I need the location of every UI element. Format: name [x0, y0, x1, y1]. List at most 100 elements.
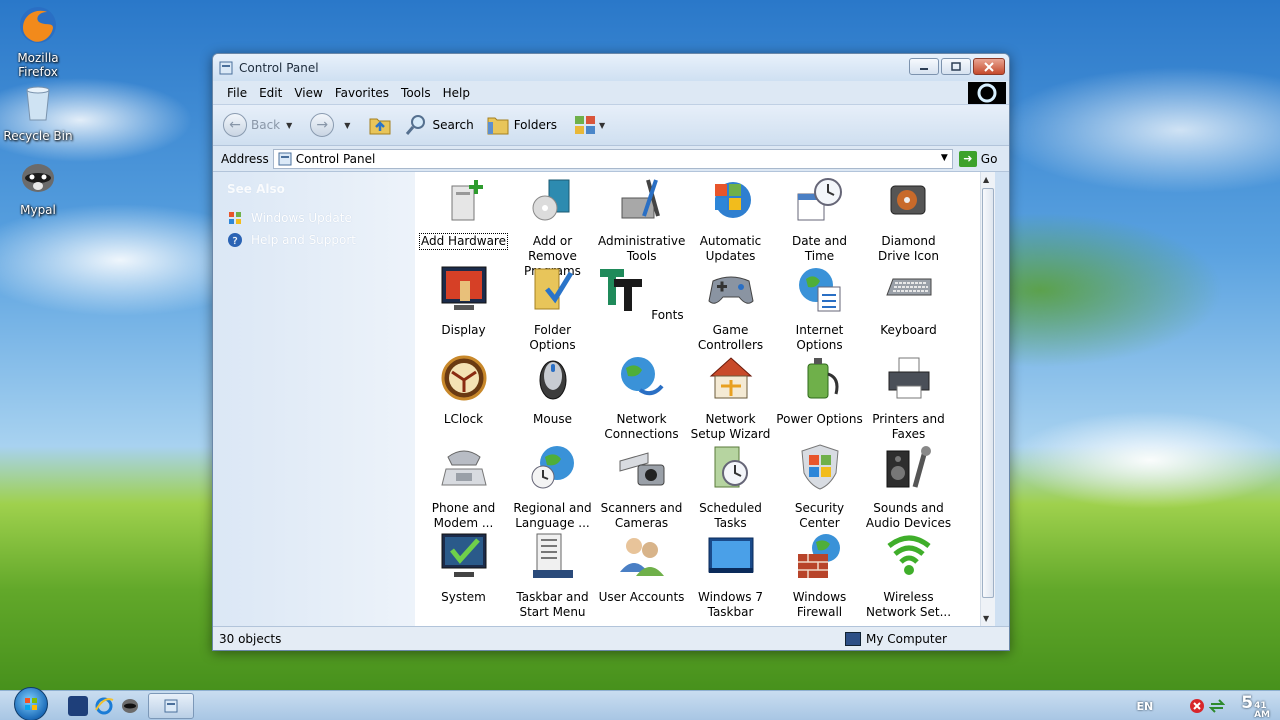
item-label: Automatic Updates [699, 234, 762, 263]
menu-tools[interactable]: Tools [395, 86, 437, 100]
item-system[interactable]: System [419, 528, 508, 617]
desktop-icon-label: Mypal [20, 203, 56, 217]
printer-icon [888, 357, 929, 399]
item-regional-and-language[interactable]: Regional and Language ... [508, 439, 597, 530]
game-controller-icon [707, 276, 754, 304]
item-diamond-drive-icon[interactable]: Diamond Drive Icon [864, 172, 953, 263]
window-title: Control Panel [239, 60, 319, 75]
language-indicator[interactable]: EN [1137, 700, 1154, 713]
item-add-or-remove-programs[interactable]: Add or Remove Programs [508, 172, 597, 278]
internet-explorer-icon[interactable] [94, 696, 114, 716]
item-scanners-and-cameras[interactable]: Scanners and Cameras [597, 439, 686, 530]
views-icon [575, 116, 596, 134]
see-also-heading: See Also [227, 182, 285, 196]
item-wireless-network-setup[interactable]: Wireless Network Set... [864, 528, 953, 619]
address-input[interactable]: Control Panel ▼ [272, 148, 953, 169]
item-folder-options[interactable]: Folder Options [508, 261, 597, 352]
search-button[interactable]: Search [404, 113, 474, 137]
item-fonts[interactable]: Fonts [597, 261, 686, 350]
item-windows-7-taskbar[interactable]: Windows 7 Taskbar [686, 528, 775, 619]
item-date-and-time[interactable]: Date and Time [775, 172, 864, 263]
system-tray: EN 5 41 AM [1137, 691, 1280, 720]
taskbar-button-control-panel[interactable] [148, 692, 194, 719]
desktop-icon-firefox[interactable]: Mozilla Firefox [0, 4, 76, 79]
back-button[interactable]: ← Back ▼ [223, 113, 304, 137]
item-printers-and-faxes[interactable]: Printers and Faxes [864, 350, 953, 441]
sidebar-link-label: Windows Update [251, 211, 352, 225]
chevron-down-icon[interactable]: ▼ [599, 121, 605, 130]
desktop-icon-mypal[interactable]: Mypal [0, 156, 76, 217]
item-windows-firewall[interactable]: Windows Firewall [775, 528, 864, 619]
item-automatic-updates[interactable]: Automatic Updates [686, 172, 775, 263]
network-setup-wizard-icon [709, 357, 752, 399]
item-sounds-and-audio-devices[interactable]: Sounds and Audio Devices [864, 439, 953, 530]
sidebar-link-help-and-support[interactable]: ? Help and Support [227, 232, 401, 248]
item-lclock[interactable]: LClock [419, 350, 508, 439]
title-bar[interactable]: Control Panel [213, 54, 1009, 81]
administrative-tools-icon [621, 179, 660, 219]
chevron-down-icon[interactable]: ▼ [286, 121, 292, 130]
item-label: Keyboard [880, 323, 937, 337]
go-button[interactable]: ➜ Go [958, 150, 997, 167]
menu-bar: File Edit View Favorites Tools Help [213, 81, 1009, 104]
menu-favorites[interactable]: Favorites [329, 86, 395, 100]
security-shield-icon [800, 444, 839, 490]
start-button[interactable] [14, 686, 48, 720]
vertical-scrollbar[interactable]: ▲ ▼ [980, 172, 995, 626]
item-administrative-tools[interactable]: Administrative Tools [597, 172, 686, 263]
menu-view[interactable]: View [288, 86, 328, 100]
item-label: Printers and Faxes [872, 412, 945, 441]
scroll-down-icon[interactable]: ▼ [983, 614, 989, 623]
forward-button[interactable]: → ▼ [310, 113, 362, 137]
menu-edit[interactable]: Edit [253, 86, 288, 100]
item-game-controllers[interactable]: Game Controllers [686, 261, 775, 352]
address-dropdown-icon[interactable]: ▼ [941, 153, 948, 163]
status-location-label: My Computer [866, 631, 947, 646]
item-display[interactable]: Display [419, 261, 508, 350]
date-and-time-icon [797, 178, 842, 221]
item-add-hardware[interactable]: Add Hardware [419, 172, 508, 261]
throbber-icon [977, 83, 997, 103]
desktop-icon-label: Recycle Bin [3, 129, 73, 143]
item-mouse[interactable]: Mouse [508, 350, 597, 439]
item-power-options[interactable]: Power Options [775, 350, 864, 439]
item-network-connections[interactable]: Network Connections [597, 350, 686, 441]
desktop-icon-recycle-bin[interactable]: Recycle Bin [0, 82, 76, 143]
item-internet-options[interactable]: Internet Options [775, 261, 864, 352]
network-error-icon[interactable] [1189, 698, 1205, 714]
menu-file[interactable]: File [221, 86, 253, 100]
item-label: Administrative Tools [598, 234, 686, 263]
sync-icon[interactable] [1209, 698, 1226, 714]
regional-language-icon [531, 446, 574, 489]
item-taskbar-and-start-menu[interactable]: Taskbar and Start Menu [508, 528, 597, 619]
mypal-icon[interactable] [120, 696, 140, 716]
scroll-up-icon[interactable]: ▲ [983, 175, 989, 184]
close-button[interactable] [973, 58, 1005, 75]
clock[interactable]: 5 41 AM [1241, 693, 1270, 720]
firefox-icon [20, 7, 56, 43]
menu-help[interactable]: Help [437, 86, 476, 100]
folders-button[interactable]: Folders [486, 113, 557, 137]
item-keyboard[interactable]: Keyboard [864, 261, 953, 350]
chevron-down-icon[interactable]: ▼ [344, 121, 350, 130]
item-label: Fonts [651, 308, 684, 322]
phone-modem-icon [440, 450, 487, 486]
firewall-icon [797, 534, 840, 578]
item-scheduled-tasks[interactable]: Scheduled Tasks [686, 439, 775, 530]
item-phone-and-modem[interactable]: Phone and Modem ... [419, 439, 508, 530]
item-user-accounts[interactable]: User Accounts [597, 528, 686, 617]
scanner-camera-icon [619, 452, 664, 486]
maximize-button[interactable] [941, 58, 971, 75]
views-button[interactable]: ▼ [573, 113, 617, 137]
clock-hour: 5 [1241, 692, 1254, 713]
item-label: Add Hardware [419, 233, 508, 250]
item-network-setup-wizard[interactable]: Network Setup Wizard [686, 350, 775, 441]
item-security-center[interactable]: Security Center [775, 439, 864, 530]
scrollbar-thumb[interactable] [982, 188, 994, 598]
folders-label: Folders [513, 118, 558, 132]
window-controls [909, 58, 1005, 75]
minimize-button[interactable] [909, 58, 939, 75]
up-folder-button[interactable] [368, 113, 392, 137]
quicklaunch-show-desktop[interactable] [68, 695, 88, 716]
sidebar-link-windows-update[interactable]: Windows Update [227, 210, 401, 226]
